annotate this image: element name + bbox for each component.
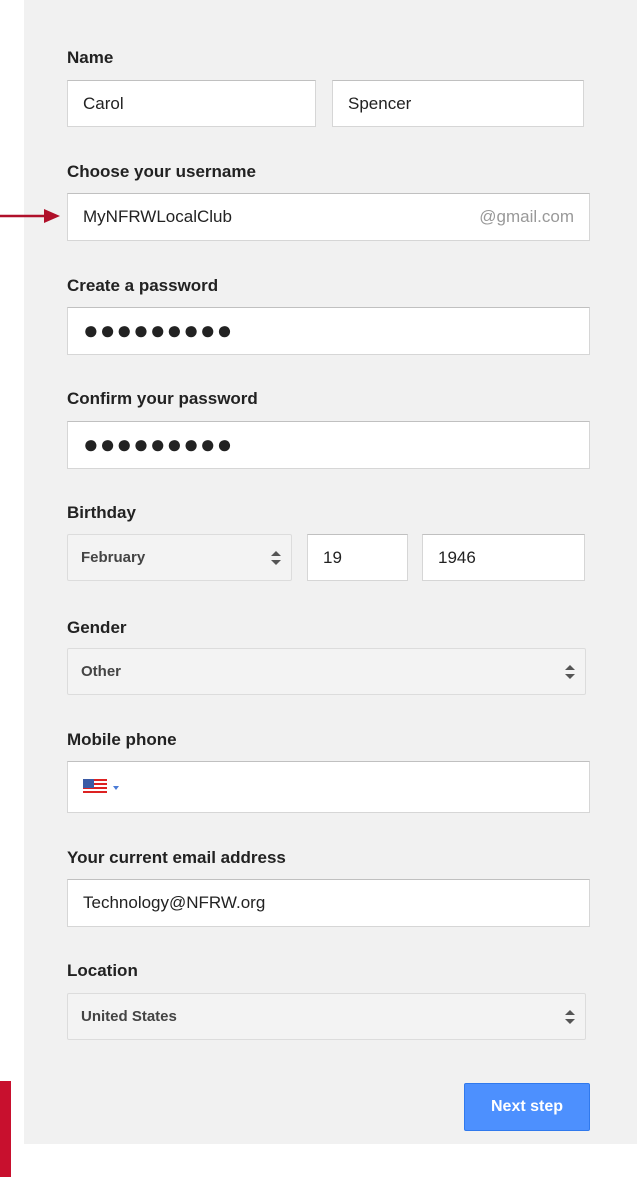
birthday-month-select[interactable]: February bbox=[67, 534, 292, 581]
gmail-suffix: @gmail.com bbox=[479, 207, 574, 226]
gender-select[interactable]: Other bbox=[67, 648, 586, 695]
mobile-phone-input[interactable] bbox=[67, 761, 590, 813]
last-name-input[interactable]: Spencer bbox=[332, 80, 584, 127]
mobile-phone-label: Mobile phone bbox=[67, 730, 177, 749]
birthday-label: Birthday bbox=[67, 503, 136, 522]
select-arrows-icon bbox=[565, 1009, 575, 1024]
red-accent-bar bbox=[0, 1081, 11, 1177]
us-flag-icon bbox=[83, 779, 107, 795]
country-code-dropdown[interactable] bbox=[83, 779, 119, 795]
last-name-value: Spencer bbox=[348, 93, 412, 113]
confirm-password-label: Confirm your password bbox=[67, 389, 258, 408]
location-value: United States bbox=[81, 1008, 177, 1025]
confirm-password-masked-value: ●●●●●●●●● bbox=[83, 429, 234, 459]
birthday-month-value: February bbox=[81, 549, 146, 566]
password-label: Create a password bbox=[67, 276, 219, 295]
first-name-value: Carol bbox=[83, 93, 124, 113]
password-input[interactable]: ●●●●●●●●● bbox=[67, 307, 590, 355]
birthday-day-input[interactable]: 19 bbox=[307, 534, 408, 581]
name-label: Name bbox=[67, 48, 114, 67]
confirm-password-input[interactable]: ●●●●●●●●● bbox=[67, 421, 590, 469]
username-input[interactable]: MyNFRWLocalClub @gmail.com bbox=[67, 193, 590, 241]
username-value: MyNFRWLocalClub bbox=[83, 207, 232, 226]
gender-value: Other bbox=[81, 663, 122, 680]
current-email-label: Your current email address bbox=[67, 848, 286, 867]
birthday-year-input[interactable]: 1946 bbox=[422, 534, 585, 581]
location-select[interactable]: United States bbox=[67, 993, 586, 1040]
annotation-arrow-icon bbox=[0, 209, 60, 223]
password-masked-value: ●●●●●●●●● bbox=[83, 315, 234, 345]
next-step-button[interactable]: Next step bbox=[464, 1083, 590, 1131]
first-name-input[interactable]: Carol bbox=[67, 80, 316, 127]
username-label: Choose your username bbox=[67, 162, 256, 181]
select-arrows-icon bbox=[565, 664, 575, 679]
gender-label: Gender bbox=[67, 618, 127, 637]
chevron-down-icon bbox=[113, 786, 119, 790]
birthday-day-value: 19 bbox=[323, 547, 342, 567]
current-email-value: Technology@NFRW.org bbox=[83, 893, 266, 912]
current-email-input[interactable]: Technology@NFRW.org bbox=[67, 879, 590, 927]
select-arrows-icon bbox=[271, 550, 281, 565]
location-label: Location bbox=[67, 961, 138, 980]
birthday-year-value: 1946 bbox=[438, 547, 476, 567]
